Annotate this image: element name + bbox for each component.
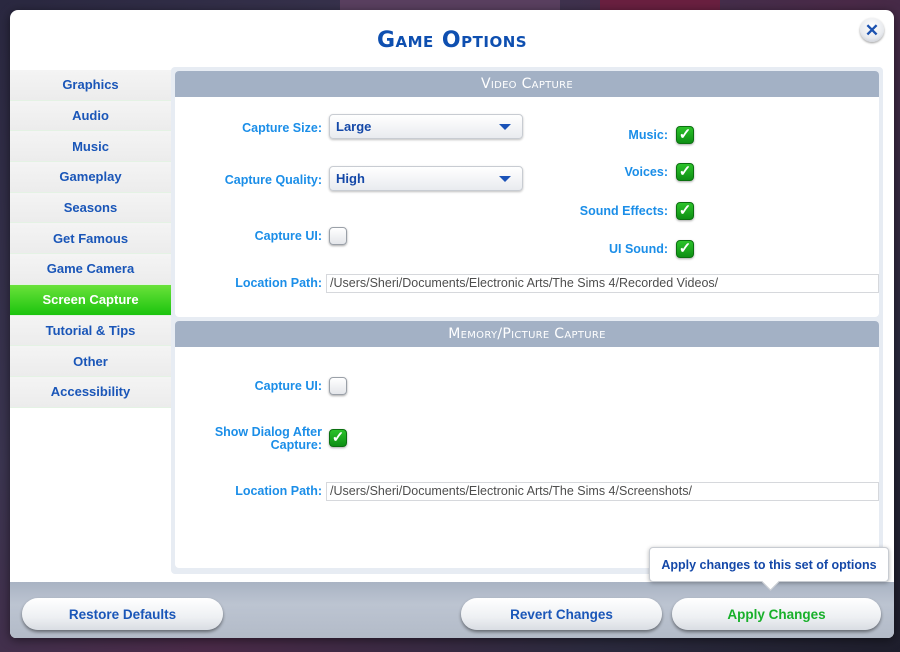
sidebar-item-other[interactable]: Other bbox=[10, 346, 171, 377]
sidebar-item-music[interactable]: Music bbox=[10, 131, 171, 163]
apply-changes-tooltip: Apply changes to this set of options bbox=[649, 547, 889, 582]
check-icon: ✓ bbox=[331, 429, 345, 446]
close-icon: ✕ bbox=[864, 20, 880, 40]
sidebar-item-graphics[interactable]: Graphics bbox=[10, 70, 171, 101]
sound-effects-label: Sound Effects: bbox=[579, 204, 668, 218]
sidebar-item-audio[interactable]: Audio bbox=[10, 100, 171, 132]
voices-checkbox[interactable]: ✓ bbox=[676, 163, 694, 181]
dialog-footer: Restore Defaults Revert Changes Apply Ch… bbox=[10, 582, 894, 638]
show-dialog-label: Show Dialog After Capture: bbox=[195, 426, 322, 452]
options-sidebar: Graphics Audio Music Gameplay Seasons Ge… bbox=[10, 70, 171, 408]
restore-defaults-button[interactable]: Restore Defaults bbox=[22, 598, 223, 630]
ui-sound-checkbox[interactable]: ✓ bbox=[676, 240, 694, 258]
check-icon: ✓ bbox=[678, 163, 692, 180]
dialog-title: Game Options bbox=[376, 28, 528, 53]
music-label: Music: bbox=[628, 128, 668, 142]
sidebar-item-game-camera[interactable]: Game Camera bbox=[10, 254, 171, 285]
video-capture-header: Video Capture bbox=[175, 71, 879, 97]
music-checkbox[interactable]: ✓ bbox=[676, 126, 694, 144]
sidebar-item-screen-capture[interactable]: Screen Capture bbox=[10, 284, 171, 316]
memory-capture-header: Memory/Picture Capture bbox=[175, 321, 879, 347]
sidebar-item-accessibility[interactable]: Accessibility bbox=[10, 376, 171, 408]
capture-size-dropdown[interactable]: Large bbox=[329, 114, 523, 139]
sidebar-item-gameplay[interactable]: Gameplay bbox=[10, 162, 171, 193]
memory-location-path-field[interactable]: /Users/Sheri/Documents/Electronic Arts/T… bbox=[326, 482, 879, 501]
capture-quality-label: Capture Quality: bbox=[224, 173, 322, 187]
capture-size-value: Large bbox=[336, 119, 372, 134]
video-location-path-field[interactable]: /Users/Sheri/Documents/Electronic Arts/T… bbox=[326, 274, 879, 293]
ui-sound-label: UI Sound: bbox=[608, 242, 668, 256]
capture-size-label: Capture Size: bbox=[242, 121, 322, 135]
video-capture-panel: Video Capture Capture Size: Large Captur… bbox=[175, 71, 879, 317]
video-capture-ui-checkbox[interactable] bbox=[329, 227, 347, 245]
show-dialog-checkbox[interactable]: ✓ bbox=[329, 429, 347, 447]
capture-quality-dropdown[interactable]: High bbox=[329, 166, 523, 191]
show-dialog-label-line2: Capture: bbox=[270, 438, 322, 452]
video-capture-ui-label: Capture UI: bbox=[254, 229, 322, 243]
video-location-path-label: Location Path: bbox=[235, 276, 322, 290]
sidebar-item-seasons[interactable]: Seasons bbox=[10, 192, 171, 224]
check-icon: ✓ bbox=[678, 240, 692, 257]
memory-capture-ui-checkbox[interactable] bbox=[329, 377, 347, 395]
chevron-down-icon bbox=[499, 124, 511, 130]
check-icon: ✓ bbox=[678, 202, 692, 219]
apply-changes-button[interactable]: Apply Changes bbox=[672, 598, 881, 630]
sound-effects-checkbox[interactable]: ✓ bbox=[676, 202, 694, 220]
memory-capture-ui-label: Capture UI: bbox=[254, 379, 322, 393]
content-area: Video Capture Capture Size: Large Captur… bbox=[171, 67, 883, 574]
memory-capture-panel: Memory/Picture Capture Capture UI: Show … bbox=[175, 321, 879, 568]
chevron-down-icon bbox=[499, 176, 511, 182]
capture-quality-value: High bbox=[336, 171, 365, 186]
memory-location-path-label: Location Path: bbox=[235, 484, 322, 498]
game-options-dialog: Game Options ✕ Graphics Audio Music Game… bbox=[10, 10, 894, 638]
check-icon: ✓ bbox=[678, 126, 692, 143]
voices-label: Voices: bbox=[624, 165, 668, 179]
close-button[interactable]: ✕ bbox=[860, 18, 884, 42]
sidebar-item-get-famous[interactable]: Get Famous bbox=[10, 223, 171, 255]
revert-changes-button[interactable]: Revert Changes bbox=[461, 598, 662, 630]
sidebar-item-tutorial-tips[interactable]: Tutorial & Tips bbox=[10, 315, 171, 347]
